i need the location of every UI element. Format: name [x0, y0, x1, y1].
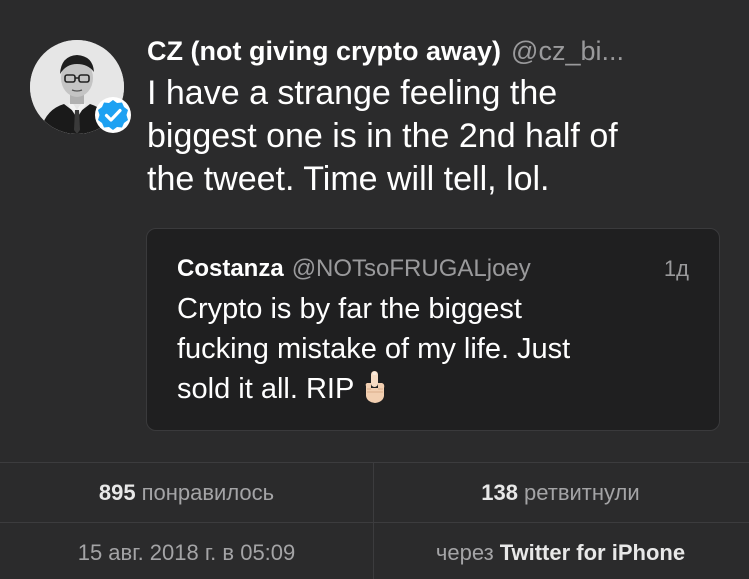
author-handle[interactable]: @cz_bi...	[511, 36, 624, 66]
retweets-stat[interactable]: 138 ретвитнули	[374, 478, 747, 508]
tweet-author-line[interactable]: CZ (not giving crypto away) @cz_bi...	[147, 34, 727, 68]
tweet-source[interactable]: через Twitter for iPhone	[374, 538, 747, 568]
stats-top-divider	[0, 462, 749, 463]
author-avatar-container[interactable]	[30, 40, 131, 134]
tweet-text: I have a strange feeling the biggest one…	[147, 74, 618, 198]
quoted-author-display-name: Costanza	[177, 255, 284, 282]
likes-stat[interactable]: 895 понравилось	[0, 478, 373, 508]
tweet-detail-view: CZ (not giving crypto away) @cz_bi... I h…	[0, 0, 749, 579]
middle-finger-emoji-icon	[365, 371, 385, 403]
quoted-author-handle: @NOTsoFRUGALjoey	[291, 255, 531, 282]
verified-badge-icon	[95, 97, 131, 133]
author-display-name[interactable]: CZ (not giving crypto away)	[147, 36, 501, 66]
stats-bottom-divider	[0, 522, 749, 523]
quoted-tweet-text-block: Crypto is by far the biggest fucking mis…	[177, 289, 697, 409]
likes-label: понравилось	[141, 480, 275, 505]
retweets-label: ретвитнули	[524, 480, 640, 505]
quoted-tweet-card[interactable]: Costanza @NOTsoFRUGALjoey 1д Crypto is by…	[146, 228, 720, 431]
quoted-tweet-author-line: Costanza @NOTsoFRUGALjoey	[177, 254, 531, 284]
quoted-tweet-time: 1д	[663, 256, 689, 281]
likes-count: 895	[98, 480, 136, 505]
tweet-timestamp: 15 авг. 2018 г. в 05:09	[77, 540, 296, 565]
source-app-name[interactable]: Twitter for iPhone	[500, 540, 685, 565]
retweets-count: 138	[481, 480, 519, 505]
via-label: через	[435, 540, 494, 565]
